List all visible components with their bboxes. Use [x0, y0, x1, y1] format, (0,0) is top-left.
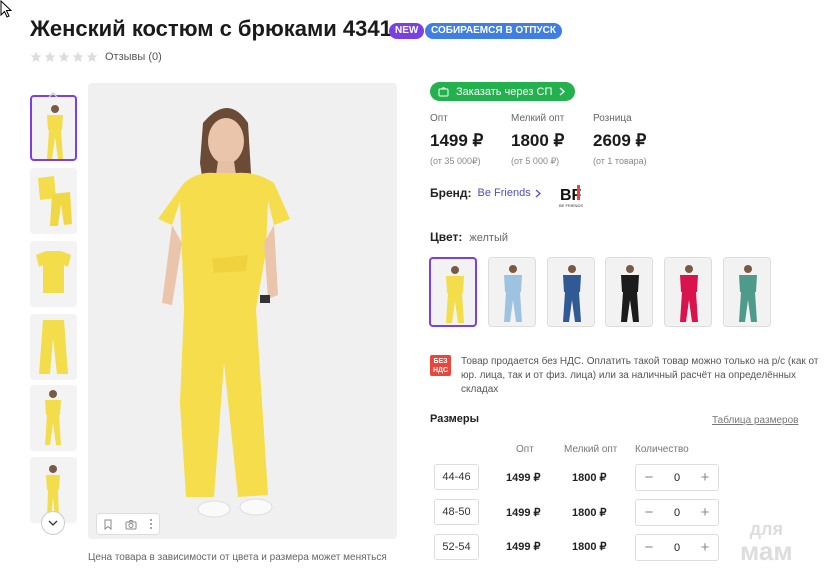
- column-header-qty: Количество: [635, 444, 689, 455]
- nds-text: Товар продается без НДС. Оплатить такой …: [461, 356, 819, 395]
- star-icon: [72, 51, 84, 62]
- thumbnail-image[interactable]: [30, 385, 77, 451]
- chevron-right-icon: [559, 87, 566, 96]
- column-header-opt: Опт: [516, 444, 534, 455]
- star-icon: [44, 51, 56, 62]
- reviews-link[interactable]: Отзывы (0): [105, 51, 162, 63]
- quantity-value[interactable]: 0: [674, 472, 680, 484]
- size-price-opt: 1499 ₽: [506, 541, 541, 553]
- size-option[interactable]: 44-46: [434, 464, 479, 490]
- thumbnail-image[interactable]: [30, 314, 77, 380]
- vacation-badge[interactable]: СОБИРАЕМСЯ В ОТПУСК: [425, 23, 562, 39]
- column-header-small-opt: Мелкий опт: [564, 444, 618, 455]
- price-label: Опт: [430, 113, 448, 124]
- product-title: Женский костюм с брюками 4341: [30, 16, 392, 41]
- no-vat-icon-line: НДС: [432, 367, 449, 374]
- color-value: желтый: [469, 232, 508, 244]
- star-icon: [86, 51, 98, 62]
- size-option[interactable]: 48-50: [434, 499, 479, 525]
- watermark-logo: для мам: [740, 518, 793, 566]
- price-note: (от 1 товара): [593, 156, 647, 166]
- price-note: (от 5 000 ₽): [511, 156, 560, 166]
- brand-logo-caption: BE FRIENDS: [559, 203, 583, 208]
- bookmark-icon[interactable]: [103, 519, 113, 530]
- brand-label: Бренд:: [430, 186, 472, 200]
- brand-logo[interactable]: BF BE FRIENDS: [558, 183, 588, 209]
- thumbnails-scroll-up-button[interactable]: [41, 83, 65, 107]
- size-table-link[interactable]: Таблица размеров: [712, 415, 798, 426]
- decrement-button[interactable]: −: [642, 505, 656, 520]
- size-price-opt: 1499 ₽: [506, 472, 541, 484]
- chevron-right-icon: [535, 189, 541, 197]
- camera-icon[interactable]: [125, 519, 137, 530]
- order-via-sp-button[interactable]: Заказать через СП: [430, 82, 576, 101]
- thumbnails-scroll-down-button[interactable]: [41, 511, 65, 535]
- nds-notice: БЕЗ НДС Товар продается без НДС. Оплатит…: [430, 355, 821, 397]
- brand-row: Бренд: Be Friends: [430, 186, 541, 200]
- price-value: 1499 ₽: [430, 131, 484, 150]
- color-swatch[interactable]: [547, 257, 595, 327]
- color-swatch[interactable]: [723, 257, 771, 327]
- size-price-small-opt: 1800 ₽: [572, 507, 607, 519]
- price-note: (от 35 000₽): [430, 156, 481, 166]
- chevron-up-icon: [48, 92, 58, 98]
- quantity-stepper: − 0 +: [635, 499, 719, 526]
- size-option[interactable]: 52-54: [434, 534, 479, 560]
- mouse-cursor-icon: [0, 0, 13, 18]
- increment-button[interactable]: +: [698, 470, 712, 485]
- more-options-icon[interactable]: [149, 518, 153, 530]
- quantity-value[interactable]: 0: [674, 542, 680, 554]
- price-label: Мелкий опт: [511, 113, 565, 124]
- watermark-line: мам: [740, 536, 793, 566]
- quantity-stepper: − 0 +: [635, 464, 719, 491]
- no-vat-icon: БЕЗ НДС: [430, 355, 451, 376]
- increment-button[interactable]: +: [698, 540, 712, 555]
- rating: Отзывы (0): [30, 51, 162, 63]
- increment-button[interactable]: +: [698, 505, 712, 520]
- price-caption: Цена товара в зависимости от цвета и раз…: [88, 552, 387, 563]
- brand-link[interactable]: Be Friends: [478, 187, 531, 199]
- price-opt: Опт 1499 ₽ (от 35 000₽): [430, 113, 483, 167]
- quantity-value[interactable]: 0: [674, 507, 680, 519]
- color-row: Цвет: желтый: [430, 230, 508, 244]
- color-swatch[interactable]: [605, 257, 653, 327]
- price-value: 2609 ₽: [593, 131, 647, 150]
- order-button-label: Заказать через СП: [456, 85, 553, 98]
- sizes-title: Размеры: [430, 413, 480, 425]
- price-small-opt: Мелкий опт 1800 ₽ (от 5 000 ₽): [511, 113, 564, 167]
- photo-tools: [96, 513, 160, 535]
- size-price-small-opt: 1800 ₽: [572, 472, 607, 484]
- size-price-opt: 1499 ₽: [506, 507, 541, 519]
- color-swatch[interactable]: [488, 257, 536, 327]
- star-icon: [58, 51, 70, 62]
- star-icon: [30, 51, 42, 62]
- color-label: Цвет:: [430, 230, 463, 244]
- color-swatch[interactable]: [664, 257, 712, 327]
- thumbnail-image[interactable]: [30, 241, 77, 307]
- price-label: Розница: [593, 113, 632, 124]
- quantity-stepper: − 0 +: [635, 534, 719, 561]
- thumbnail-image[interactable]: [30, 168, 77, 234]
- decrement-button[interactable]: −: [642, 470, 656, 485]
- main-product-photo[interactable]: [88, 83, 397, 539]
- price-value: 1800 ₽: [511, 131, 565, 150]
- color-swatch[interactable]: [429, 257, 477, 327]
- bag-icon: [438, 87, 449, 97]
- new-badge: NEW: [389, 23, 425, 39]
- chevron-down-icon: [48, 520, 58, 526]
- size-price-small-opt: 1800 ₽: [572, 541, 607, 553]
- no-vat-icon-line: БЕЗ: [433, 358, 448, 365]
- price-retail: Розница 2609 ₽ (от 1 товара): [593, 113, 647, 166]
- decrement-button[interactable]: −: [642, 540, 656, 555]
